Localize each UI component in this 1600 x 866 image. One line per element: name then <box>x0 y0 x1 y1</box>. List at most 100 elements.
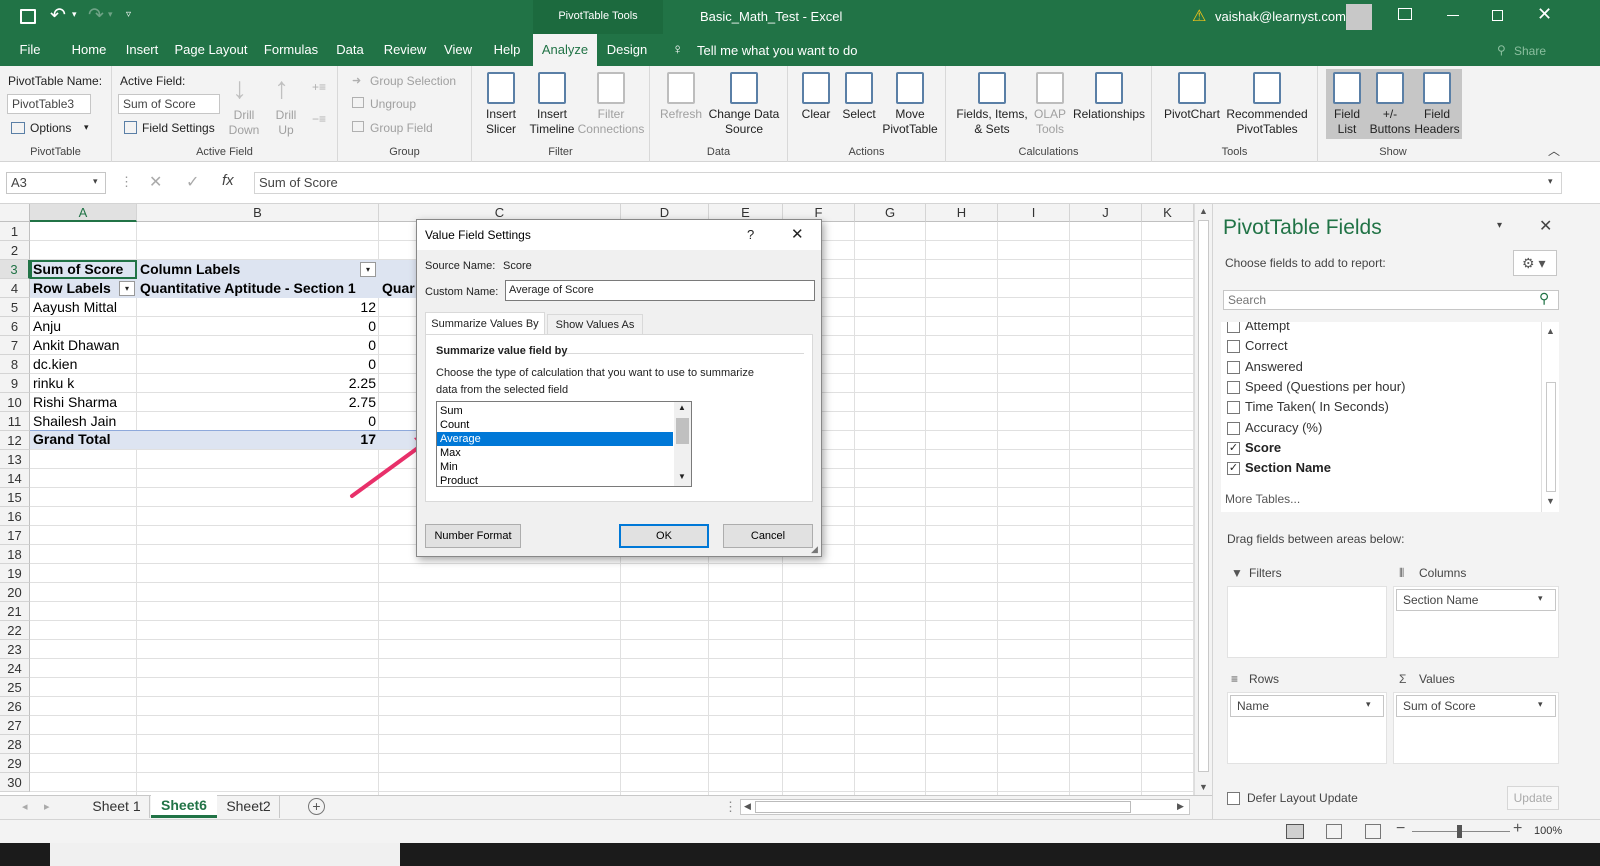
row-header[interactable]: 18 <box>0 545 30 564</box>
ribbon-display-options-icon[interactable] <box>1398 8 1412 20</box>
row-labels-filter-button[interactable]: ▾ <box>119 281 135 296</box>
pivotchart-button[interactable]: PivotChart <box>1160 72 1224 122</box>
column-header[interactable]: I <box>998 204 1070 222</box>
row-label-cell[interactable]: dc.kien <box>30 355 80 374</box>
search-icon[interactable]: ⚲ <box>1539 290 1549 307</box>
calculation-option[interactable]: Product <box>437 474 673 486</box>
row-header[interactable]: 14 <box>0 469 30 488</box>
row-header[interactable]: 9 <box>0 374 30 393</box>
field-scroll-thumb[interactable] <box>1546 382 1556 492</box>
row-header[interactable]: 29 <box>0 754 30 773</box>
insert-slicer-button[interactable]: Insert Slicer <box>478 72 524 137</box>
row-header[interactable]: 8 <box>0 355 30 374</box>
values-area[interactable]: Sum of Score ▾ <box>1393 692 1559 764</box>
zoom-slider-thumb[interactable] <box>1457 825 1462 838</box>
name-box-dropdown-icon[interactable]: ▾ <box>93 176 98 187</box>
row-header[interactable]: 1 <box>0 222 30 241</box>
expand-formula-icon[interactable]: ▾ <box>1548 176 1553 187</box>
plus-minus-buttons-button[interactable]: +/- Buttons <box>1368 69 1412 139</box>
taskbar-search-box[interactable] <box>50 843 400 866</box>
filter-connections-button[interactable]: Filter Connections <box>576 72 646 137</box>
row-label-cell[interactable]: Shailesh Jain <box>30 412 119 431</box>
restore-icon[interactable] <box>1492 10 1503 21</box>
row-label-cell[interactable]: Ankit Dhawan <box>30 336 122 355</box>
scroll-right-icon[interactable]: ▶ <box>1177 801 1184 812</box>
values-field-dropdown-icon[interactable]: ▾ <box>1538 699 1543 710</box>
custom-name-input[interactable]: Average of Score <box>505 280 815 301</box>
drill-down-button[interactable]: Drill Down <box>222 108 266 138</box>
redo-icon[interactable]: ↷ <box>88 4 104 27</box>
horizontal-scroll-thumb[interactable] <box>755 801 1131 813</box>
tab-home[interactable]: Home <box>64 34 114 66</box>
dialog-title-bar[interactable]: Value Field Settings ? ✕ <box>417 220 821 250</box>
move-pivottable-button[interactable]: Move PivotTable <box>878 72 942 137</box>
field-checkbox[interactable] <box>1227 421 1240 435</box>
olap-tools-button[interactable]: OLAP Tools <box>1030 72 1070 137</box>
row-header[interactable]: 15 <box>0 488 30 507</box>
tab-review[interactable]: Review <box>380 34 430 66</box>
cell-a3[interactable]: Sum of Score <box>30 260 126 279</box>
grand-total-label[interactable]: Grand Total <box>30 430 114 449</box>
value-cell[interactable]: 2.25 <box>137 374 379 393</box>
row-header[interactable]: 16 <box>0 507 30 526</box>
sheet-tab[interactable]: Sheet2 <box>218 796 280 818</box>
zoom-in-icon[interactable]: + <box>1513 820 1522 838</box>
column-header[interactable]: J <box>1070 204 1142 222</box>
tab-summarize-values-by[interactable]: Summarize Values By <box>425 312 545 335</box>
horizontal-scrollbar[interactable]: ◀ ▶ <box>740 799 1190 815</box>
row-header[interactable]: 21 <box>0 602 30 621</box>
insert-timeline-button[interactable]: Insert Timeline <box>526 72 578 137</box>
field-list-button[interactable]: Field List <box>1326 69 1368 139</box>
scroll-down-icon[interactable]: ▼ <box>1199 782 1208 792</box>
columns-field-section-name[interactable]: Section Name <box>1396 589 1556 611</box>
field-checkbox[interactable]: ✓ <box>1227 441 1240 455</box>
cell-a4[interactable]: Row Labels <box>30 279 114 298</box>
calculation-option[interactable]: Average <box>437 432 673 446</box>
field-checkbox[interactable] <box>1227 340 1240 354</box>
listbox-scrollbar[interactable]: ▲ ▼ <box>674 402 691 486</box>
field-label[interactable]: Answered <box>1245 359 1303 374</box>
sheet-tab-active[interactable]: Sheet6 <box>151 795 217 818</box>
insert-function-icon[interactable]: fx <box>222 172 234 189</box>
recommended-pivottables-button[interactable]: Recommended PivotTables <box>1222 72 1312 137</box>
dialog-help-button[interactable]: ? <box>747 227 754 242</box>
update-button[interactable]: Update <box>1507 786 1559 810</box>
row-header[interactable]: 24 <box>0 659 30 678</box>
collapse-ribbon-icon[interactable]: ︿ <box>1548 142 1560 159</box>
list-scroll-up-icon[interactable]: ▲ <box>678 403 686 412</box>
column-header[interactable]: A <box>30 204 137 222</box>
field-headers-button[interactable]: Field Headers <box>1412 69 1462 139</box>
refresh-button[interactable]: Refresh <box>656 72 706 122</box>
tools-gear-icon[interactable]: ⚙ ▾ <box>1513 250 1557 276</box>
pane-options-dropdown-icon[interactable]: ▾ <box>1497 220 1502 231</box>
cancel-button[interactable]: Cancel <box>723 524 813 548</box>
calculation-option[interactable]: Count <box>437 418 673 432</box>
row-label-cell[interactable]: Anju <box>30 317 64 336</box>
field-checkbox[interactable] <box>1227 380 1240 394</box>
row-header[interactable]: 23 <box>0 640 30 659</box>
avatar[interactable] <box>1346 4 1372 30</box>
ok-button[interactable]: OK <box>619 524 709 548</box>
row-header[interactable]: 22 <box>0 621 30 640</box>
row-header[interactable]: 25 <box>0 678 30 697</box>
resize-grip-icon[interactable]: ◢ <box>811 544 818 555</box>
split-handle-icon[interactable]: ⋮ <box>724 799 737 815</box>
calculation-option[interactable]: Min <box>437 460 673 474</box>
formula-input[interactable]: Sum of Score <box>254 172 1562 194</box>
drill-up-button[interactable]: Drill Up <box>266 108 306 138</box>
row-label-cell[interactable]: rinku k <box>30 374 77 393</box>
more-tables-link[interactable]: More Tables... <box>1225 492 1300 506</box>
expand-field-icon[interactable]: +≡ <box>312 80 326 94</box>
calculation-option[interactable]: Max <box>437 446 673 460</box>
page-layout-view-icon[interactable] <box>1326 824 1342 839</box>
row-label-cell[interactable]: Rishi Sharma <box>30 393 120 412</box>
page-break-view-icon[interactable] <box>1365 824 1381 839</box>
normal-view-icon[interactable] <box>1286 824 1304 839</box>
row-header[interactable]: 10 <box>0 393 30 412</box>
confirm-entry-icon[interactable]: ✓ <box>186 172 199 192</box>
field-checkbox[interactable]: ✓ <box>1227 462 1240 476</box>
options-dropdown-icon[interactable]: ▾ <box>84 122 89 133</box>
customize-qat-icon[interactable]: ▿ <box>126 9 131 20</box>
tab-formulas[interactable]: Formulas <box>260 34 322 66</box>
field-checkbox[interactable] <box>1227 401 1240 415</box>
